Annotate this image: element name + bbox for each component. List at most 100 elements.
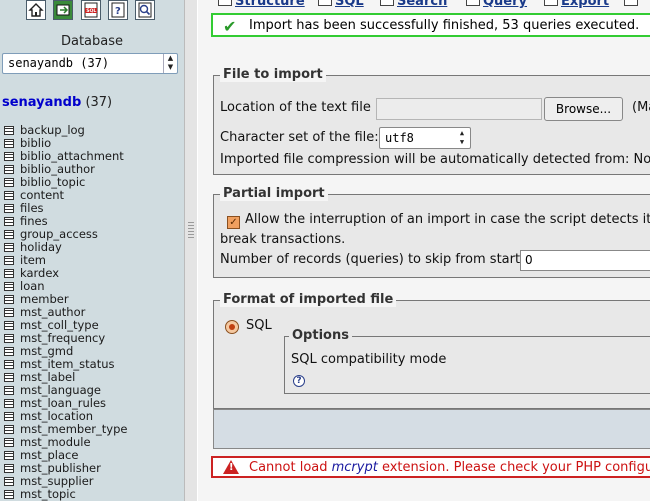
sql-format-radio[interactable] <box>225 320 239 334</box>
export-icon <box>544 0 558 6</box>
query-icon <box>466 0 480 6</box>
table-name[interactable]: biblio_attachment <box>20 149 124 163</box>
table-name[interactable]: member <box>20 292 69 306</box>
allow-interrupt-label: Allow the interruption of an import in c… <box>245 212 650 227</box>
table-name[interactable]: group_access <box>20 227 98 241</box>
table-name[interactable]: mst_topic <box>20 487 76 501</box>
file-path-input[interactable] <box>376 98 542 120</box>
table-icon[interactable] <box>4 243 14 252</box>
table-name[interactable]: mst_frequency <box>20 331 105 345</box>
table-icon[interactable] <box>4 256 14 265</box>
table-icon[interactable] <box>4 425 14 434</box>
table-icon[interactable] <box>4 230 14 239</box>
table-icon[interactable] <box>4 308 14 317</box>
table-icon[interactable] <box>4 334 14 343</box>
table-icon[interactable] <box>4 490 14 499</box>
table-icon[interactable] <box>4 347 14 356</box>
table-name[interactable]: content <box>20 188 64 202</box>
table-icon[interactable] <box>4 152 14 161</box>
tab-import[interactable] <box>624 0 641 9</box>
table-icon[interactable] <box>4 217 14 226</box>
allow-interrupt-checkbox[interactable]: ✓ <box>227 216 240 229</box>
table-name[interactable]: biblio <box>20 136 51 150</box>
table-name[interactable]: biblio_author <box>20 162 95 176</box>
table-name[interactable]: mst_member_type <box>20 422 127 436</box>
tab-search[interactable]: Search <box>380 0 447 9</box>
tab-sql[interactable]: SQL <box>318 0 364 9</box>
exit-icon[interactable] <box>53 0 73 20</box>
table-icon[interactable] <box>4 269 14 278</box>
table-icon[interactable] <box>4 386 14 395</box>
sql-query-icon[interactable]: SQL <box>81 0 101 20</box>
tab-query[interactable]: Query <box>466 0 527 9</box>
table-name[interactable]: kardex <box>20 266 59 280</box>
table-icon[interactable] <box>4 477 14 486</box>
table-icon[interactable] <box>4 412 14 421</box>
phpmyadmin-docs-icon[interactable] <box>135 0 155 20</box>
search-icon <box>380 0 394 6</box>
table-name[interactable]: mst_module <box>20 435 91 449</box>
table-icon[interactable] <box>4 399 14 408</box>
table-icon[interactable] <box>4 126 14 135</box>
tab-structure[interactable]: Structure <box>218 0 305 9</box>
table-name[interactable]: mst_supplier <box>20 474 94 488</box>
table-name[interactable]: mst_place <box>20 448 78 462</box>
database-table-count: (37) <box>85 95 113 110</box>
splitter-grip-icon[interactable] <box>188 222 194 240</box>
table-name[interactable]: mst_coll_type <box>20 318 99 332</box>
sql-compat-label: SQL compatibility mode <box>291 352 447 367</box>
table-icon[interactable] <box>4 178 14 187</box>
table-list-item[interactable]: mst_topic <box>4 488 127 501</box>
submit-bar <box>213 409 650 449</box>
location-label: Location of the text file <box>220 100 371 115</box>
table-name[interactable]: mst_publisher <box>20 461 101 475</box>
table-icon[interactable] <box>4 321 14 330</box>
table-icon[interactable] <box>4 282 14 291</box>
table-name[interactable]: item <box>20 253 46 267</box>
table-name[interactable]: mst_location <box>20 409 93 423</box>
database-link[interactable]: senayandb <box>2 95 81 110</box>
table-name[interactable]: mst_author <box>20 305 85 319</box>
table-icon[interactable] <box>4 373 14 382</box>
checkmark-icon: ✔ <box>223 17 237 36</box>
database-select[interactable]: senayandb (37) ▲ ▼ <box>2 53 178 74</box>
table-name[interactable]: mst_item_status <box>20 357 115 371</box>
docs-help-icon[interactable]: ? <box>108 0 128 20</box>
table-icon[interactable] <box>4 451 14 460</box>
sql-icon <box>318 0 332 6</box>
table-name[interactable]: loan <box>20 279 45 293</box>
format-fieldset: Format of imported file SQL Options SQL … <box>213 292 650 409</box>
database-heading: senayandb (37) <box>2 95 112 110</box>
browse-button[interactable]: Browse... <box>544 97 623 121</box>
home-icon[interactable] <box>26 0 46 20</box>
table-icon[interactable] <box>4 438 14 447</box>
table-icon[interactable] <box>4 165 14 174</box>
table-name[interactable]: mst_label <box>20 370 75 384</box>
skip-records-input[interactable]: 0 <box>520 250 650 271</box>
partial-import-fieldset: Partial import ✓ Allow the interruption … <box>213 186 650 278</box>
tab-export[interactable]: Export <box>544 0 609 9</box>
table-name[interactable]: mst_loan_rules <box>20 396 106 410</box>
frame-splitter[interactable] <box>184 0 198 501</box>
table-icon[interactable] <box>4 295 14 304</box>
table-icon[interactable] <box>4 464 14 473</box>
mcrypt-link[interactable]: mcrypt <box>332 460 378 475</box>
table-icon[interactable] <box>4 191 14 200</box>
table-icon[interactable] <box>4 204 14 213</box>
table-name[interactable]: holiday <box>20 240 62 254</box>
error-message: Cannot load mcrypt extension. Please che… <box>211 456 650 478</box>
help-icon[interactable]: ? <box>293 375 305 387</box>
table-icon[interactable] <box>4 360 14 369</box>
table-name[interactable]: backup_log <box>20 123 85 137</box>
table-name[interactable]: biblio_topic <box>20 175 85 189</box>
table-name[interactable]: files <box>20 201 44 215</box>
charset-select[interactable]: utf8 ▲ ▼ <box>379 127 471 149</box>
navigation-frame: SQL ? Database senayandb (37) ▲ ▼ senayan… <box>0 0 184 501</box>
allow-interrupt-label-cont: break transactions. <box>220 232 346 247</box>
table-name[interactable]: fines <box>20 214 48 228</box>
partial-import-legend: Partial import <box>220 186 328 201</box>
table-icon[interactable] <box>4 139 14 148</box>
table-name[interactable]: mst_gmd <box>20 344 73 358</box>
file-to-import-legend: File to import <box>220 67 326 82</box>
table-name[interactable]: mst_language <box>20 383 101 397</box>
